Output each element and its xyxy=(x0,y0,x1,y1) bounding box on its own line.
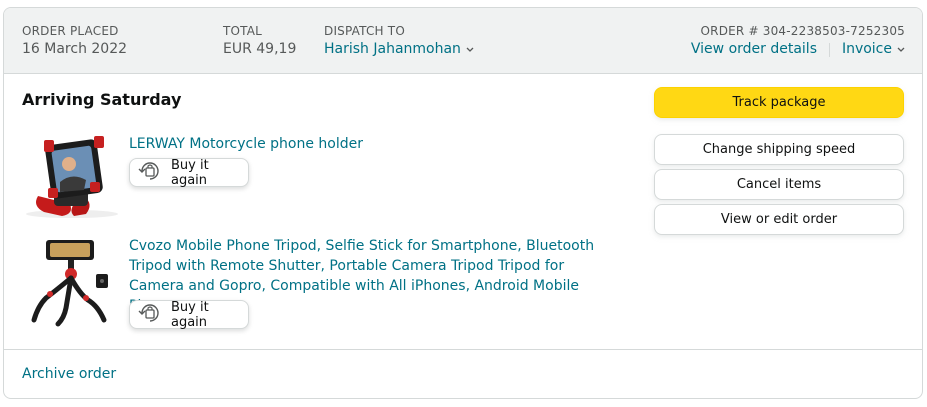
order-placed-label: ORDER PLACED xyxy=(22,24,119,38)
cancel-items-button[interactable]: Cancel items xyxy=(654,169,904,200)
chevron-down-icon xyxy=(466,41,474,57)
track-package-button[interactable]: Track package xyxy=(654,87,904,118)
order-footer: Archive order xyxy=(4,349,922,398)
product-title-link[interactable]: LERWAY Motorcycle phone holder xyxy=(129,134,619,154)
buy-again-icon xyxy=(137,160,163,186)
total-label: TOTAL xyxy=(223,24,263,38)
header-link-separator xyxy=(829,43,830,57)
order-total: EUR 49,19 xyxy=(223,41,297,57)
delivery-status: Arriving Saturday xyxy=(22,90,182,109)
buy-it-again-label: Buy it again xyxy=(171,157,209,188)
dispatch-to-label: DISPATCH TO xyxy=(324,24,405,38)
invoice-dropdown[interactable]: Invoice xyxy=(842,41,905,57)
invoice-link: Invoice xyxy=(841,41,892,57)
motorcycle-phone-holder-image[interactable] xyxy=(24,134,120,224)
dispatch-to-recipient[interactable]: Harish Jahanmohan xyxy=(324,41,474,57)
chevron-down-icon xyxy=(897,41,905,57)
buy-it-again-button[interactable]: Buy it again xyxy=(129,299,249,330)
order-placed-date: 16 March 2022 xyxy=(22,41,128,57)
order-number: ORDER # 304-2238503-7252305 xyxy=(700,24,905,38)
buy-it-again-button[interactable]: Buy it again xyxy=(129,157,249,188)
buy-it-again-label: Buy it again xyxy=(171,299,209,330)
flexible-tripod-image[interactable] xyxy=(24,236,120,332)
order-card: ORDER PLACED 16 March 2022 TOTAL EUR 49,… xyxy=(3,7,923,399)
view-order-details-link[interactable]: View order details xyxy=(691,41,817,57)
change-shipping-speed-button[interactable]: Change shipping speed xyxy=(654,134,904,165)
archive-order-link[interactable]: Archive order xyxy=(22,366,116,382)
view-or-edit-order-button[interactable]: View or edit order xyxy=(654,204,904,235)
order-header: ORDER PLACED 16 March 2022 TOTAL EUR 49,… xyxy=(4,8,922,74)
recipient-name: Harish Jahanmohan xyxy=(324,41,461,57)
buy-again-icon xyxy=(137,302,163,328)
